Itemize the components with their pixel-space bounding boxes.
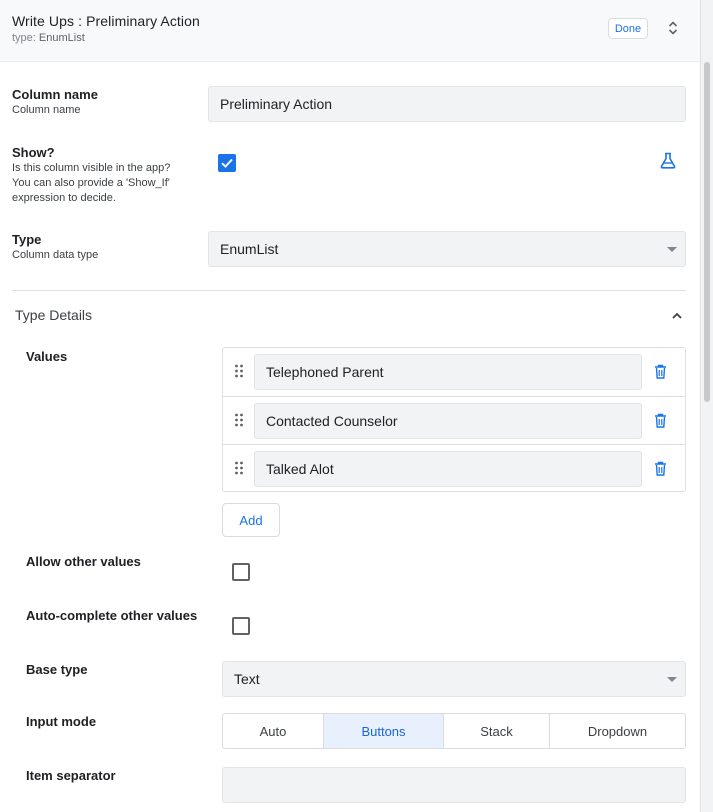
values-label: Values — [26, 349, 68, 364]
dropdown-caret-icon — [667, 677, 677, 682]
trash-icon[interactable] — [654, 461, 667, 476]
list-item: Telephoned Parent — [223, 348, 685, 396]
type-select-value: EnumList — [220, 241, 279, 257]
done-button[interactable]: Done — [608, 18, 648, 39]
value-input[interactable]: Contacted Counselor — [254, 403, 642, 439]
input-mode-dropdown[interactable]: Dropdown — [550, 714, 685, 748]
flask-icon[interactable] — [659, 152, 677, 169]
allow-other-label: Allow other values — [26, 554, 141, 569]
panel-header: Write Ups : Preliminary Action type: Enu… — [0, 0, 700, 62]
show-help-line: You can also provide a 'Show_If' — [12, 177, 170, 189]
show-label: Show? — [12, 145, 55, 160]
show-help: Is this column visible in the app? You c… — [12, 161, 170, 206]
allow-other-checkbox[interactable] — [232, 563, 250, 581]
input-mode-segmented-control: Auto Buttons Stack Dropdown — [222, 713, 686, 749]
add-value-button[interactable]: Add — [222, 503, 280, 537]
show-help-line: expression to decide. — [12, 192, 116, 204]
base-type-label: Base type — [26, 662, 88, 677]
input-mode-auto[interactable]: Auto — [223, 714, 324, 748]
subtitle-key: type: — [12, 32, 36, 44]
value-input[interactable]: Telephoned Parent — [254, 354, 642, 390]
base-type-value: Text — [234, 671, 260, 687]
base-type-select[interactable]: Text — [222, 661, 686, 697]
checkmark-icon — [221, 158, 233, 168]
drag-handle-icon[interactable] — [234, 364, 244, 378]
autocomplete-checkbox[interactable] — [232, 617, 250, 635]
section-divider — [12, 290, 686, 291]
subtitle-value: EnumList — [38, 32, 85, 44]
input-mode-stack[interactable]: Stack — [444, 714, 550, 748]
column-name-help: Column name — [12, 104, 81, 116]
drag-handle-icon[interactable] — [234, 461, 244, 475]
list-item: Contacted Counselor — [223, 396, 685, 444]
value-input[interactable]: Talked Alot — [254, 451, 642, 487]
type-label: Type — [12, 232, 42, 247]
item-separator-input[interactable] — [222, 767, 686, 803]
dropdown-caret-icon — [667, 247, 677, 252]
column-name-input[interactable]: Preliminary Action — [208, 86, 686, 122]
input-mode-label: Input mode — [26, 714, 97, 729]
input-mode-buttons[interactable]: Buttons — [324, 714, 444, 748]
drag-handle-icon[interactable] — [234, 413, 244, 427]
panel-title: Write Ups : Preliminary Action — [12, 13, 200, 29]
show-help-line: Is this column visible in the app? — [12, 162, 171, 174]
list-item: Talked Alot — [223, 444, 685, 492]
column-editor-panel: Write Ups : Preliminary Action type: Enu… — [0, 0, 700, 812]
scrollbar-thumb[interactable] — [704, 62, 710, 402]
show-checkbox[interactable] — [218, 154, 236, 172]
trash-icon[interactable] — [654, 413, 667, 428]
panel-subtitle: type: EnumList — [12, 32, 85, 44]
unfold-more-icon[interactable] — [664, 19, 682, 37]
type-help: Column data type — [12, 249, 99, 261]
background-scrollbar-track — [700, 0, 713, 812]
type-details-title[interactable]: Type Details — [15, 307, 92, 323]
type-select[interactable]: EnumList — [208, 231, 686, 267]
column-name-label: Column name — [12, 87, 98, 102]
autocomplete-label: Auto-complete other values — [26, 608, 198, 623]
trash-icon[interactable] — [654, 364, 667, 379]
chevron-up-icon[interactable] — [670, 309, 684, 323]
values-list: Telephoned Parent Contacted Counselor Ta… — [222, 347, 686, 492]
item-separator-label: Item separator — [26, 768, 116, 783]
